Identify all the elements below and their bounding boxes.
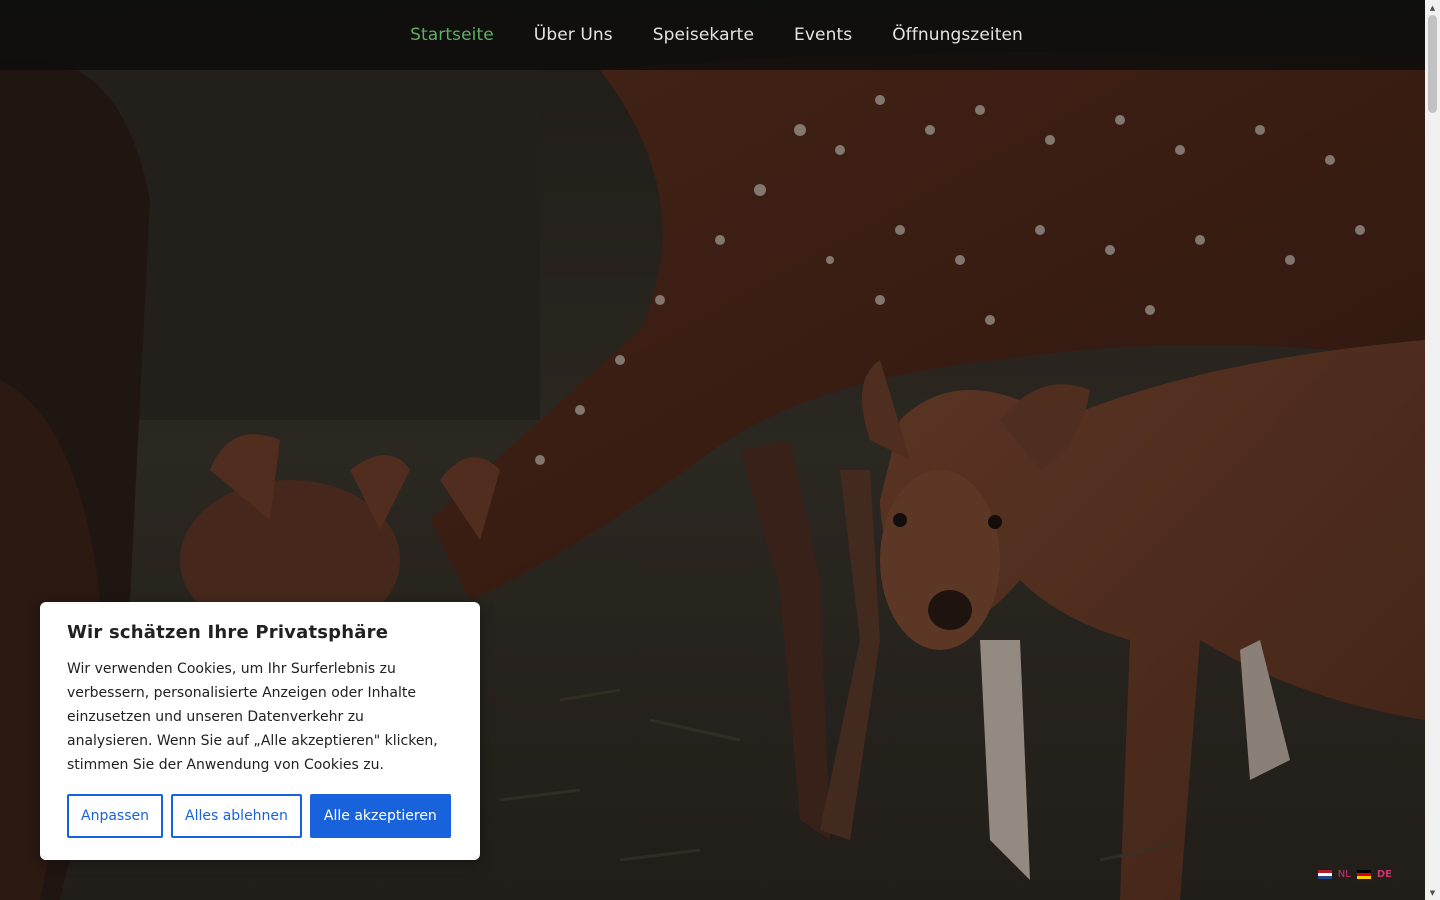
accept-all-button[interactable]: Alle akzeptieren <box>309 794 451 838</box>
scroll-down-arrow-icon[interactable]: ▼ <box>1425 885 1440 900</box>
germany-flag-icon <box>1356 869 1371 880</box>
top-navigation: Startseite Über Uns Speisekarte Events Ö… <box>0 0 1425 70</box>
language-code-de: DE <box>1376 869 1392 880</box>
page: Startseite Über Uns Speisekarte Events Ö… <box>0 0 1425 900</box>
customize-button[interactable]: Anpassen <box>67 794 163 838</box>
nav-item-ueber-uns[interactable]: Über Uns <box>514 25 633 45</box>
language-code-nl: NL <box>1337 869 1351 880</box>
cookie-consent-banner: Wir schätzen Ihre Privatsphäre Wir verwe… <box>40 602 480 860</box>
nav-item-oeffnungszeiten[interactable]: Öffnungszeiten <box>872 25 1043 45</box>
cookie-banner-title: Wir schätzen Ihre Privatsphäre <box>67 622 389 643</box>
reject-all-button[interactable]: Alles ablehnen <box>171 794 302 838</box>
nav-item-events[interactable]: Events <box>774 25 872 45</box>
cookie-banner-text: Wir verwenden Cookies, um Ihr Surferlebn… <box>67 661 438 773</box>
cookie-button-group: Anpassen Alles ablehnen Alle akzeptieren <box>67 794 453 838</box>
nav-item-startseite[interactable]: Startseite <box>390 25 514 45</box>
language-option-nl[interactable]: NL <box>1317 869 1351 880</box>
nav-menu: Startseite Über Uns Speisekarte Events Ö… <box>390 25 1043 45</box>
netherlands-flag-icon <box>1317 869 1332 880</box>
page-scrollbar[interactable]: ▲ ▼ <box>1425 0 1440 900</box>
nav-item-speisekarte[interactable]: Speisekarte <box>633 25 774 45</box>
scroll-up-arrow-icon[interactable]: ▲ <box>1425 0 1440 15</box>
language-option-de[interactable]: DE <box>1356 869 1392 880</box>
language-switcher: NL DE <box>1317 869 1392 880</box>
scrollbar-thumb[interactable] <box>1428 15 1437 113</box>
